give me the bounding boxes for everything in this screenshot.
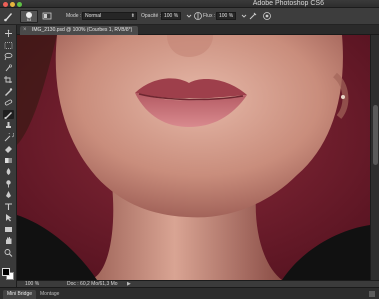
eraser-icon[interactable] bbox=[3, 144, 14, 153]
type-icon[interactable] bbox=[3, 202, 14, 211]
zoom-icon[interactable] bbox=[3, 248, 14, 257]
move-icon[interactable] bbox=[3, 29, 14, 38]
tab-mini-bridge[interactable]: Mini Bridge bbox=[3, 290, 37, 299]
document-tab[interactable]: × IMG_2130.psd @ 100% (Courbes 1, RVB/8*… bbox=[20, 26, 138, 35]
collapse-panel-icon[interactable] bbox=[368, 291, 376, 297]
shape-icon[interactable] bbox=[3, 225, 14, 234]
pressure-size-icon[interactable] bbox=[262, 11, 272, 21]
healing-icon[interactable] bbox=[3, 98, 14, 107]
status-bar: 100 % Doc : 60,2 Mo/61,3 Mo ▶ bbox=[17, 280, 379, 287]
flow-field[interactable]: 100 % bbox=[216, 12, 236, 20]
dodge-icon[interactable] bbox=[3, 179, 14, 188]
opacity-value: 100 % bbox=[164, 13, 179, 19]
pen-icon[interactable] bbox=[3, 190, 14, 199]
brush-icon[interactable] bbox=[3, 109, 14, 119]
close-icon[interactable]: × bbox=[23, 26, 27, 35]
maximize-window-button[interactable] bbox=[17, 1, 22, 7]
quick-select-icon[interactable] bbox=[3, 63, 14, 73]
app-title: Adobe Photoshop CS6 bbox=[252, 0, 324, 7]
chevron-down-icon: ⬍ bbox=[130, 13, 135, 19]
mode-value: Normal bbox=[85, 13, 102, 19]
marquee-icon[interactable] bbox=[3, 41, 14, 50]
bottom-panel: Mini Bridge Montage bbox=[0, 287, 379, 299]
document-tab-title: IMG_2130.psd @ 100% (Courbes 1, RVB/8*) bbox=[32, 27, 133, 33]
airbrush-icon[interactable] bbox=[248, 11, 258, 21]
tools-panel bbox=[0, 25, 17, 287]
brush-panel-toggle-icon[interactable] bbox=[42, 11, 52, 21]
tab-montage[interactable]: Montage bbox=[36, 290, 63, 299]
vertical-scrollbar[interactable] bbox=[370, 35, 379, 280]
brush-size-picker[interactable]: 63 bbox=[20, 10, 38, 23]
eyedropper-icon[interactable] bbox=[3, 87, 14, 96]
flow-label: Flux : bbox=[203, 13, 216, 19]
history-brush-icon[interactable] bbox=[3, 131, 15, 142]
brush-size-value: 63 bbox=[26, 17, 32, 22]
mode-select[interactable]: Normal ⬍ bbox=[82, 12, 137, 20]
title-bar: Adobe Photoshop CS6 bbox=[0, 0, 379, 8]
clone-stamp-icon[interactable] bbox=[3, 121, 14, 130]
document-tab-bar: × IMG_2130.psd @ 100% (Courbes 1, RVB/8*… bbox=[17, 25, 379, 35]
options-bar: 63 Mode : Normal ⬍ Opacité : 100 % Flux … bbox=[0, 8, 379, 25]
path-select-icon[interactable] bbox=[3, 213, 14, 222]
minimize-window-button[interactable] bbox=[10, 1, 15, 7]
lasso-icon[interactable] bbox=[3, 52, 14, 61]
mode-label: Mode : bbox=[66, 13, 82, 19]
opacity-field[interactable]: 100 % bbox=[161, 12, 181, 20]
scrollbar-thumb[interactable] bbox=[373, 105, 378, 165]
brush-tool-preset-icon[interactable] bbox=[3, 11, 14, 22]
foreground-color-swatch[interactable] bbox=[2, 268, 10, 276]
crop-icon[interactable] bbox=[3, 75, 14, 84]
document-canvas[interactable] bbox=[17, 35, 370, 280]
opacity-label: Opacité : bbox=[141, 13, 162, 19]
flow-value: 100 % bbox=[219, 13, 234, 19]
blur-icon[interactable] bbox=[3, 167, 14, 176]
pressure-opacity-icon[interactable] bbox=[193, 11, 203, 21]
portrait-photo bbox=[17, 35, 370, 280]
close-window-button[interactable] bbox=[3, 1, 8, 7]
hand-icon[interactable] bbox=[3, 236, 14, 245]
gradient-icon[interactable] bbox=[3, 156, 14, 165]
